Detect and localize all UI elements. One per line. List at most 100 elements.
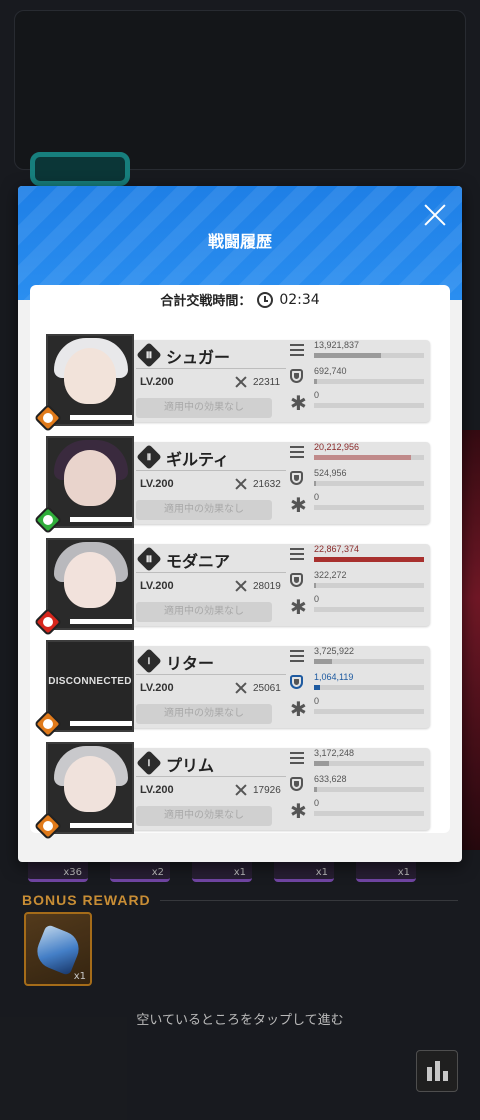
heal-value: 0 [314, 594, 320, 604]
character-name: リター [166, 654, 215, 673]
damage-value: 3,725,922 [314, 646, 355, 656]
damage-bar [314, 761, 424, 766]
character-portrait[interactable]: DISCONNECTED [46, 640, 134, 732]
hp-bar [70, 721, 132, 726]
heal-stat: ✱ 0 [290, 492, 426, 517]
character-name: モダニア [166, 552, 231, 571]
character-level: LV.200 [140, 784, 174, 796]
shield-value: 1,064,119 [314, 672, 354, 682]
combat-power: 28019 [253, 581, 281, 592]
crossed-swords-icon [234, 579, 248, 593]
heal-stat: ✱ 0 [290, 594, 426, 619]
damage-icon [290, 752, 304, 764]
divider [136, 470, 286, 471]
combat-power: 25061 [253, 683, 281, 694]
divider [136, 776, 286, 777]
damage-bar [314, 557, 424, 562]
shield-value: 633,628 [314, 774, 347, 784]
character-card: Ⅰ プリム LV.200 17926 適用中の効果なし 3,172,248 63… [33, 742, 444, 841]
damage-icon [290, 548, 304, 560]
effect-status: 適用中の効果なし [136, 398, 272, 418]
character-portrait[interactable] [46, 436, 134, 528]
burst-level: Ⅲ [145, 350, 153, 360]
damage-bar-fill [314, 557, 424, 562]
shield-stat: 1,064,119 [290, 672, 426, 696]
shield-bar [314, 481, 424, 486]
damage-icon [290, 650, 304, 662]
effect-status: 適用中の効果なし [136, 704, 272, 724]
damage-bar-fill [314, 659, 332, 664]
heal-bar [314, 403, 424, 408]
burst-icon: Ⅲ [136, 342, 162, 368]
damage-bar [314, 455, 424, 460]
damage-bar-fill [314, 761, 330, 766]
shield-value: 524,956 [314, 468, 347, 478]
shield-bar-fill [314, 685, 320, 690]
divider [136, 572, 286, 573]
hp-bar [70, 415, 132, 420]
burst-level: Ⅲ [145, 554, 153, 564]
burst-icon: Ⅱ [136, 444, 162, 470]
shield-bar [314, 379, 424, 384]
character-level: LV.200 [140, 580, 174, 592]
heal-icon: ✱ [290, 493, 307, 517]
clock-icon [257, 291, 274, 308]
shield-stat: 633,628 [290, 774, 426, 798]
heal-bar [314, 709, 424, 714]
character-level: LV.200 [140, 478, 174, 490]
crossed-swords-icon [234, 375, 248, 389]
effect-status: 適用中の効果なし [136, 500, 272, 520]
heal-icon: ✱ [290, 595, 307, 619]
heal-stat: ✱ 0 [290, 390, 426, 414]
character-name: ギルティ [166, 450, 230, 469]
crossed-swords-icon [234, 783, 248, 797]
shield-icon [290, 471, 303, 485]
shield-bar-fill [314, 481, 317, 486]
character-portrait[interactable] [46, 742, 134, 834]
burst-icon: Ⅰ [136, 648, 162, 674]
damage-bar-fill [314, 455, 411, 460]
combat-power: 17926 [253, 785, 281, 796]
shield-bar [314, 787, 424, 792]
heal-value: 0 [314, 696, 320, 706]
disconnected-label: DISCONNECTED [48, 676, 132, 687]
shield-bar [314, 583, 424, 588]
total-battle-time: 合計交戦時間： 02:34 [18, 290, 462, 309]
character-portrait[interactable] [46, 334, 134, 426]
damage-value: 20,212,956 [314, 442, 360, 452]
damage-stat: 22,867,374 [290, 544, 426, 568]
character-portrait[interactable] [46, 538, 134, 630]
character-list: Ⅲ シュガー LV.200 22311 適用中の効果なし 13,921,837 … [33, 334, 444, 844]
burst-level: Ⅱ [146, 452, 152, 462]
burst-icon: Ⅰ [136, 750, 162, 776]
damage-value: 13,921,837 [314, 340, 360, 350]
character-card: Ⅲ モダニア LV.200 28019 適用中の効果なし 22,867,374 … [33, 538, 444, 637]
character-card: DISCONNECTED Ⅰ リター LV.200 25061 適用中の効果なし… [33, 640, 444, 739]
hp-bar [70, 517, 132, 522]
total-time-value: 02:34 [279, 291, 320, 308]
shield-stat: 322,272 [290, 570, 426, 594]
damage-value: 22,867,374 [314, 544, 360, 554]
burst-level: Ⅰ [147, 758, 151, 768]
damage-value: 3,172,248 [314, 748, 355, 758]
burst-level: Ⅰ [147, 656, 151, 666]
portrait-face [64, 552, 116, 608]
battle-history-modal: 戦闘履歴 合計交戦時間： 02:34 Ⅲ シュガー LV.200 22311 適… [18, 186, 462, 862]
shield-bar-fill [314, 787, 318, 792]
close-icon[interactable] [420, 200, 450, 230]
heal-stat: ✱ 0 [290, 696, 426, 720]
shield-bar-fill [314, 583, 317, 588]
heal-bar [314, 505, 424, 510]
character-card: Ⅲ シュガー LV.200 22311 適用中の効果なし 13,921,837 … [33, 334, 444, 433]
hp-bar [70, 823, 132, 828]
damage-bar-fill [314, 353, 382, 358]
total-time-label: 合計交戦時間： [160, 294, 252, 309]
shield-bar [314, 685, 424, 690]
effect-status: 適用中の効果なし [136, 602, 272, 622]
heal-bar [314, 607, 424, 612]
portrait-face [64, 756, 116, 812]
combat-power: 22311 [253, 377, 281, 388]
shield-stat: 524,956 [290, 468, 426, 492]
portrait-face [64, 348, 116, 404]
damage-stat: 3,172,248 [290, 748, 426, 772]
